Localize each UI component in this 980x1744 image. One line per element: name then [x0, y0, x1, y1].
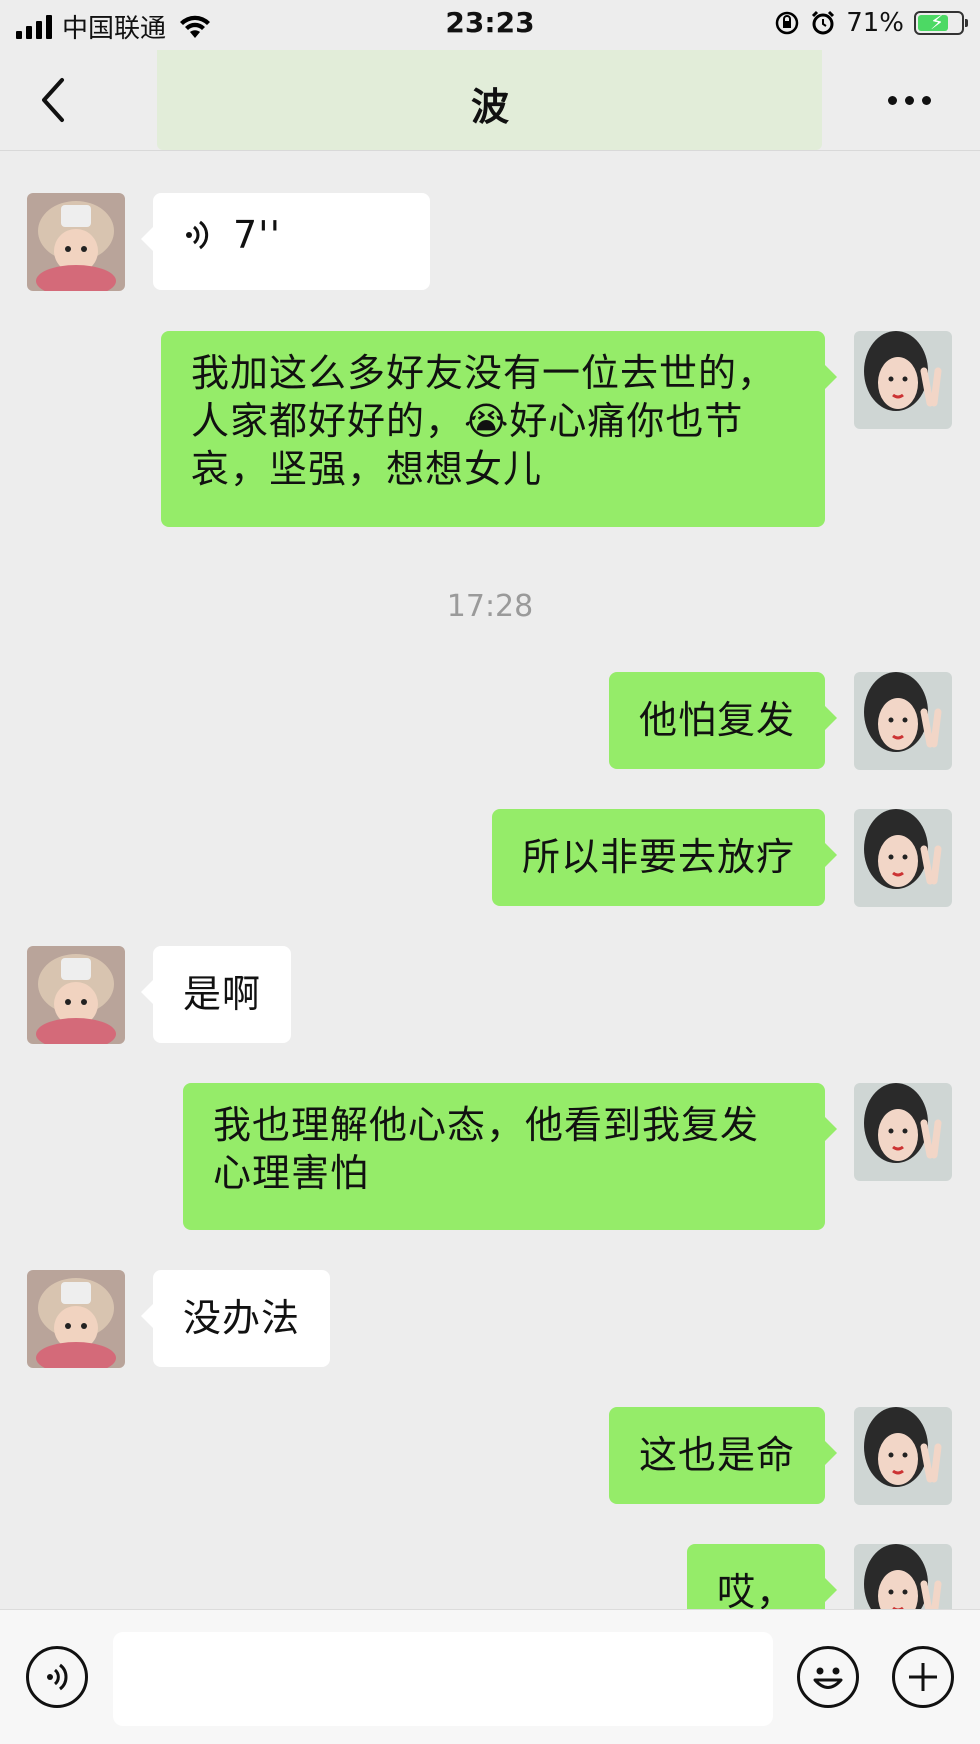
orientation-lock-icon	[775, 11, 799, 35]
message-line: 心理害怕	[213, 1151, 370, 1195]
voice-duration: 7''	[233, 213, 282, 257]
status-bar: 中国联通 23:23 71% ⚡	[0, 0, 980, 50]
more-dot	[888, 95, 897, 105]
emoji-icon	[813, 1667, 843, 1689]
my-avatar[interactable]	[854, 1544, 952, 1609]
charging-bolt-icon: ⚡	[930, 10, 945, 34]
message-line: 哀，坚强，想想女儿	[191, 447, 543, 491]
message-text: 人家都好好的，	[191, 399, 465, 443]
time-separator: 17:28	[446, 589, 534, 624]
text-message-bubble[interactable]: 是啊	[140, 946, 292, 1043]
message-outgoing: 哎，	[0, 1544, 980, 1609]
input-bar	[0, 1609, 980, 1744]
text-message-bubble[interactable]: 我也理解他心态，他看到我复发 心理害怕	[183, 1083, 837, 1230]
message-incoming: 是啊	[0, 946, 980, 1046]
message-line: 人家都好好的，😭好心痛你也节	[191, 397, 795, 445]
message-outgoing: 他怕复发	[0, 672, 980, 772]
chat-title: 波	[470, 85, 509, 129]
text-message-bubble[interactable]: 这也是命	[608, 1407, 838, 1504]
voice-input-icon	[47, 1663, 68, 1691]
chat-message-list[interactable]: 7'' 我加这么多好友没有一位去世的， 人家都好好的，😭好心痛你也节 哀，坚强，…	[0, 151, 980, 1609]
message-outgoing: 这也是命	[0, 1407, 980, 1507]
more-dot	[922, 95, 931, 105]
contact-avatar[interactable]	[27, 193, 125, 291]
contact-avatar[interactable]	[27, 1270, 125, 1368]
battery-icon: ⚡	[914, 10, 968, 35]
message-outgoing: 我也理解他心态，他看到我复发 心理害怕	[0, 1083, 980, 1233]
crying-emoji-icon: 😭	[464, 399, 510, 443]
my-avatar[interactable]	[854, 672, 952, 770]
voice-wave-icon	[186, 220, 209, 250]
more-options-button[interactable]	[888, 86, 936, 114]
message-text: 好心痛你也节	[509, 399, 744, 443]
text-message-bubble[interactable]: 他怕复发	[608, 672, 838, 769]
status-right: 71% ⚡	[774, 8, 968, 38]
message-incoming-voice: 7''	[0, 193, 980, 293]
my-avatar[interactable]	[854, 1083, 952, 1181]
contact-avatar[interactable]	[27, 946, 125, 1044]
text-message-bubble[interactable]: 所以非要去放疗	[491, 809, 838, 906]
message-input[interactable]	[113, 1632, 773, 1726]
nav-bar: 波	[0, 50, 980, 151]
emoji-button[interactable]	[797, 1646, 859, 1708]
message-line: 我也理解他心态，他看到我复发	[213, 1103, 760, 1147]
plus-icon	[909, 1663, 937, 1691]
voice-input-button[interactable]	[26, 1646, 88, 1708]
voice-message-bubble[interactable]: 7''	[141, 193, 430, 290]
my-avatar[interactable]	[854, 331, 952, 429]
message-outgoing: 我加这么多好友没有一位去世的， 人家都好好的，😭好心痛你也节 哀，坚强，想想女儿	[0, 331, 980, 531]
my-avatar[interactable]	[854, 1407, 952, 1505]
message-line: 我加这么多好友没有一位去世的，	[191, 351, 777, 395]
message-incoming: 没办法	[0, 1270, 980, 1370]
battery-percent: 71%	[846, 8, 904, 38]
my-avatar[interactable]	[854, 809, 952, 907]
more-functions-button[interactable]	[892, 1646, 954, 1708]
alarm-icon	[812, 10, 835, 35]
message-outgoing: 所以非要去放疗	[0, 809, 980, 909]
text-message-bubble[interactable]: 我加这么多好友没有一位去世的， 人家都好好的，😭好心痛你也节 哀，坚强，想想女儿	[161, 331, 837, 527]
text-message-bubble[interactable]: 哎，	[686, 1544, 838, 1609]
text-message-bubble[interactable]: 没办法	[140, 1270, 331, 1367]
more-dot	[905, 95, 914, 105]
